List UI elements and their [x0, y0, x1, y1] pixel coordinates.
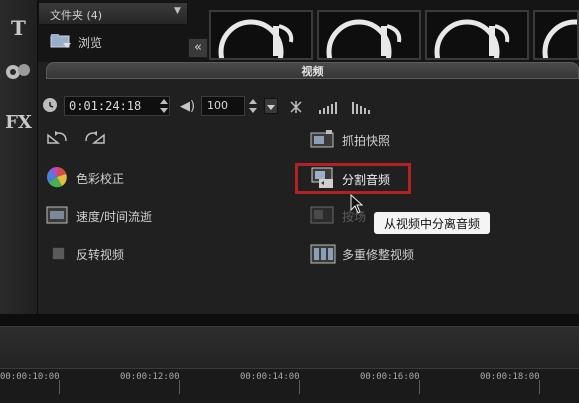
volume-dropdown-button[interactable] — [264, 98, 278, 114]
multi-trim-icon[interactable] — [310, 243, 336, 265]
mute-icon[interactable] — [289, 100, 303, 114]
duration-stepper-icon[interactable] — [160, 98, 168, 114]
volume-value: 100 — [207, 99, 228, 112]
ruler-tick-label: 00:00:10:00 — [0, 372, 60, 382]
title-icon[interactable]: T — [0, 16, 37, 40]
reverse-video-label[interactable]: 反转视频 — [76, 246, 124, 263]
clock-icon — [43, 98, 57, 112]
snapshot-icon[interactable] — [310, 129, 334, 149]
duration-value: 0:01:24:18 — [69, 99, 142, 113]
tooltip-text: 从视频中分离音频 — [383, 217, 480, 231]
collapse-panel-button[interactable]: « — [188, 38, 208, 58]
speed-icon[interactable] — [46, 205, 68, 225]
multi-trim-label[interactable]: 多重修整视频 — [342, 246, 414, 263]
speed-time-label[interactable]: 速度/时间流逝 — [76, 208, 152, 225]
ruler-tick-label: 00:00:16:00 — [360, 372, 420, 382]
rotate-left-icon[interactable] — [44, 129, 70, 147]
volume-stepper-icon[interactable] — [249, 98, 257, 114]
mouse-cursor-icon — [350, 194, 364, 214]
ruler-tick — [179, 380, 180, 394]
library-thumbnail[interactable] — [317, 10, 421, 60]
dropdown-arrow-icon: ▼ — [174, 6, 181, 16]
panel-title: 视频 — [301, 65, 324, 78]
tool-strip — [0, 0, 38, 314]
ruler-tick-label: 00:00:14:00 — [240, 372, 300, 382]
fade-out-icon[interactable] — [351, 101, 371, 114]
graphics-icon[interactable] — [4, 60, 32, 88]
ruler-tick — [299, 380, 300, 394]
color-correction-label[interactable]: 色彩校正 — [76, 170, 124, 187]
ruler-tick — [539, 380, 540, 394]
ruler-tick — [419, 380, 420, 394]
color-correction-icon[interactable] — [46, 166, 68, 188]
timeline-toolbar — [0, 326, 579, 369]
ruler-tick-label: 00:00:12:00 — [120, 372, 180, 382]
ruler-tick — [59, 380, 60, 394]
reverse-video-checkbox[interactable] — [52, 247, 65, 260]
folder-label: 文件夹 (4) — [50, 9, 103, 22]
scene-icon — [310, 206, 334, 224]
fade-in-icon[interactable] — [318, 101, 338, 114]
highlight-box — [295, 163, 411, 194]
ruler-tick-label: 00:00:18:00 — [480, 372, 540, 382]
volume-icon: ◀) — [180, 99, 196, 114]
library-thumbnail[interactable] — [533, 10, 579, 60]
browse-folder-icon — [50, 34, 71, 48]
library-thumbnail[interactable] — [425, 10, 529, 60]
rotate-right-icon[interactable] — [82, 129, 108, 147]
snapshot-label[interactable]: 抓拍快照 — [342, 132, 390, 149]
filter-icon[interactable]: FX — [0, 112, 37, 133]
timeline-gap — [0, 314, 579, 326]
browse-label: 浏览 — [78, 36, 103, 50]
library-thumbnail[interactable] — [209, 10, 313, 60]
